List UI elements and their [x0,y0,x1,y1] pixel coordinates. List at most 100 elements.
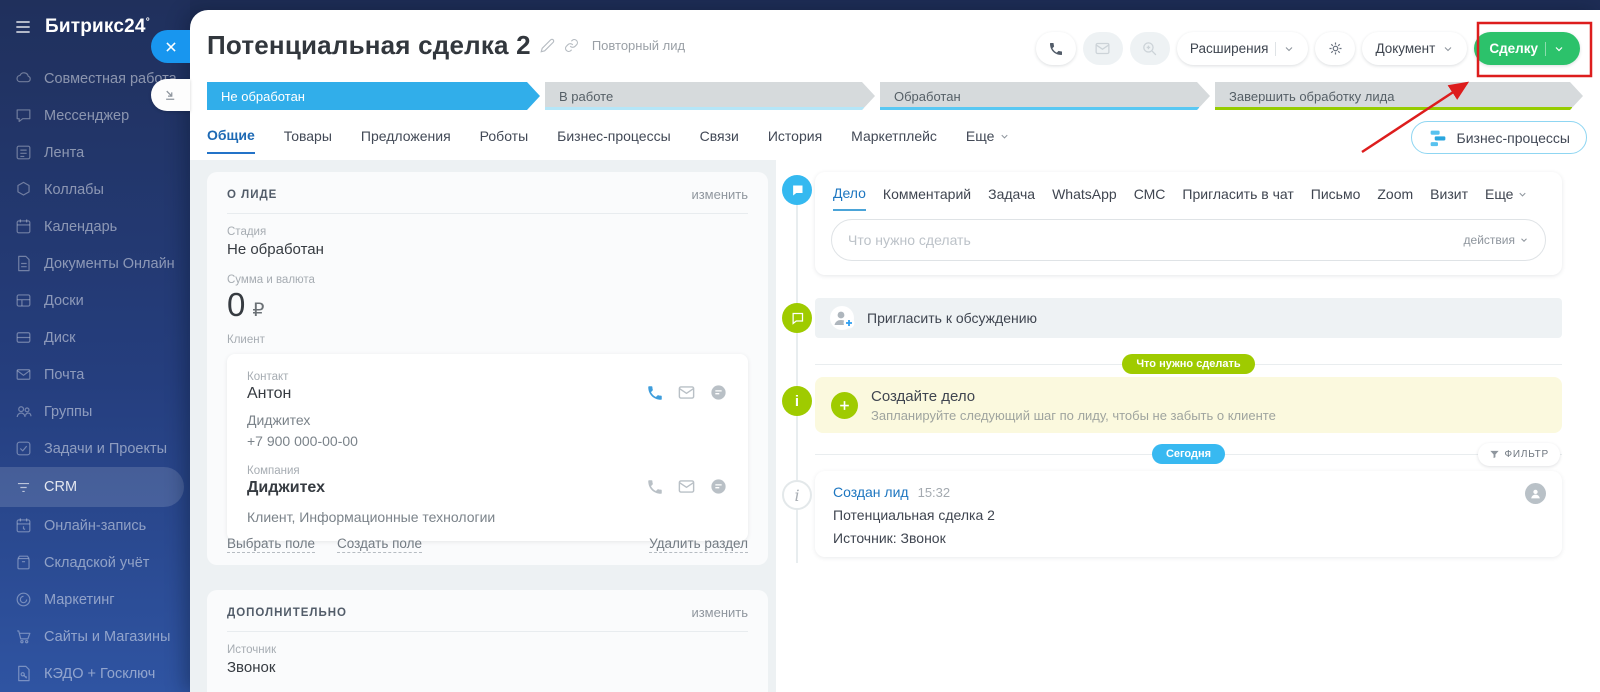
sidebar-item-label: Календарь [44,219,117,235]
activity-tab-комментарий[interactable]: Комментарий [883,186,971,210]
timeline-entry-marker: i [782,480,812,510]
contact-chat-icon[interactable] [709,383,728,402]
delete-section-link[interactable]: Удалить раздел [649,536,748,553]
create-field-link[interactable]: Создать поле [337,536,422,553]
stage-segment[interactable]: Завершить обработку лида [1215,82,1583,110]
tab-товары[interactable]: Товары [284,128,332,153]
tab-предложения[interactable]: Предложения [361,128,451,153]
select-field-link[interactable]: Выбрать поле [227,536,315,553]
divider [1275,42,1276,56]
tab-история[interactable]: История [768,128,822,153]
edit-section-link[interactable]: изменить [691,187,748,202]
chevron-down-icon [1442,43,1454,55]
search-plus-button [1130,32,1170,65]
sidebar-item-collabs[interactable]: Коллабы [0,171,190,208]
tab-связи[interactable]: Связи [700,128,739,153]
invite-to-discussion[interactable]: Пригласить к обсуждению [815,298,1562,338]
contact-name[interactable]: Антон [247,385,291,403]
activity-tab-смс[interactable]: СМС [1134,186,1166,210]
actions-dropdown[interactable]: действия [1464,233,1529,247]
entry-title-link[interactable]: Создан лид [833,484,909,500]
sidebar-item-marketing[interactable]: Маркетинг [0,581,190,618]
activity-tab-пригласить-в-чат[interactable]: Пригласить в чат [1182,186,1293,210]
create-activity-subtitle: Запланируйте следующий шаг по лиду, чтоб… [871,408,1276,423]
activity-tab-визит[interactable]: Визит [1430,186,1468,210]
tab-маркетплейс[interactable]: Маркетплейс [851,128,937,153]
entry-time: 15:32 [918,485,951,500]
invite-label: Пригласить к обсуждению [867,310,1037,326]
activity-tab-еще[interactable]: Еще [1485,186,1529,210]
stage-label: В работе [559,89,613,104]
activity-tab-zoom[interactable]: Zoom [1377,186,1413,210]
tab-общие[interactable]: Общие [207,127,255,154]
sidebar-item-tasks[interactable]: Задачи и Проекты [0,430,190,467]
company-name[interactable]: Диджитех [247,479,325,497]
todo-input[interactable]: Что нужно сделать действия [831,219,1546,261]
activity-tab-дело[interactable]: Дело [833,185,866,211]
source-field-value[interactable]: Звонок [227,659,748,676]
business-processes-button[interactable]: Бизнес-процессы [1411,121,1587,154]
settings-button[interactable] [1315,32,1355,65]
sidebar-item-sites[interactable]: Сайты и Магазины [0,618,190,655]
edit-title-icon[interactable] [540,38,555,53]
copy-link-icon[interactable] [564,38,579,53]
tasks-icon [13,439,33,459]
sum-value[interactable]: 0 [227,286,245,324]
sidebar-item-boards[interactable]: Доски [0,282,190,319]
sidebar-item-feed[interactable]: Лента [0,134,190,171]
todo-badge[interactable]: Что нужно сделать [1122,354,1254,374]
sidebar-item-label: Мессенджер [44,108,129,124]
tab-бизнес-процессы[interactable]: Бизнес-процессы [557,128,670,153]
document-dropdown[interactable]: Документ [1362,32,1467,65]
page-title: Потенциальная сделка 2 [207,30,531,61]
sidebar-item-documents[interactable]: Документы Онлайн [0,245,190,282]
sidebar-item-warehouse[interactable]: Складской учёт [0,544,190,581]
tab-label: Общие [207,127,255,143]
contact-phone[interactable]: +7 900 000-00-00 [247,433,728,449]
add-activity-button[interactable] [831,392,858,419]
sidebar-item-label: Сайты и Магазины [44,629,170,645]
sidebar-item-groups[interactable]: Группы [0,393,190,430]
bitrix24-logo[interactable]: Битрикс24° [45,16,150,38]
stage-segment[interactable]: В работе [545,82,875,110]
activity-tab-whatsapp[interactable]: WhatsApp [1052,186,1117,210]
minimize-slider-button[interactable] [151,79,190,111]
activity-tab-задача[interactable]: Задача [988,186,1035,210]
tab-роботы[interactable]: Роботы [480,128,528,153]
create-activity-title[interactable]: Создайте дело [871,388,1276,405]
sidebar-item-calendar[interactable]: Календарь [0,208,190,245]
stage-segment[interactable]: Не обработан [207,82,540,110]
company-chat-icon[interactable] [709,477,728,496]
sidebar-item-kedo[interactable]: КЭДО + Госключ [0,655,190,692]
filter-button[interactable]: ФИЛЬТР [1478,443,1561,466]
crm-icon [13,477,33,497]
hamburger-menu-icon[interactable] [13,17,33,37]
groups-icon [13,402,33,422]
company-email-icon[interactable] [677,477,696,496]
info-icon: i [795,393,799,410]
sidebar-item-booking[interactable]: Онлайн-запись [0,507,190,544]
create-deal-button[interactable]: Сделку [1474,32,1580,65]
sidebar-item-crm[interactable]: CRM [0,467,184,507]
activity-tab-письмо[interactable]: Письмо [1311,186,1361,210]
stage-segment[interactable]: Обработан [880,82,1210,110]
call-button[interactable] [1036,32,1076,65]
contact-company: Диджитех [247,412,728,428]
collabs-icon [13,180,33,200]
contact-email-icon[interactable] [677,383,696,402]
sidebar-item-mail[interactable]: Почта [0,356,190,393]
detail-tabs: Общие Товары Предложения Роботы Бизнес-проце… [207,127,1010,154]
extensions-dropdown[interactable]: Расширения [1177,32,1309,65]
tab-еще[interactable]: Еще [966,128,1011,153]
sidebar-item-disk[interactable]: Диск [0,319,190,356]
contact-call-icon[interactable] [646,383,664,402]
close-slider-button[interactable] [151,30,190,63]
edit-section-link[interactable]: изменить [691,605,748,620]
create-activity-panel: Создайте дело Запланируйте следующий шаг… [815,377,1562,433]
company-call-icon[interactable] [646,477,664,496]
filter-label: ФИЛЬТР [1505,449,1550,460]
today-badge-row: Сегодня [815,444,1562,464]
avatar[interactable] [1525,483,1546,504]
dock-arrow-icon [163,88,178,103]
stage-field-value[interactable]: Не обработан [227,241,748,258]
